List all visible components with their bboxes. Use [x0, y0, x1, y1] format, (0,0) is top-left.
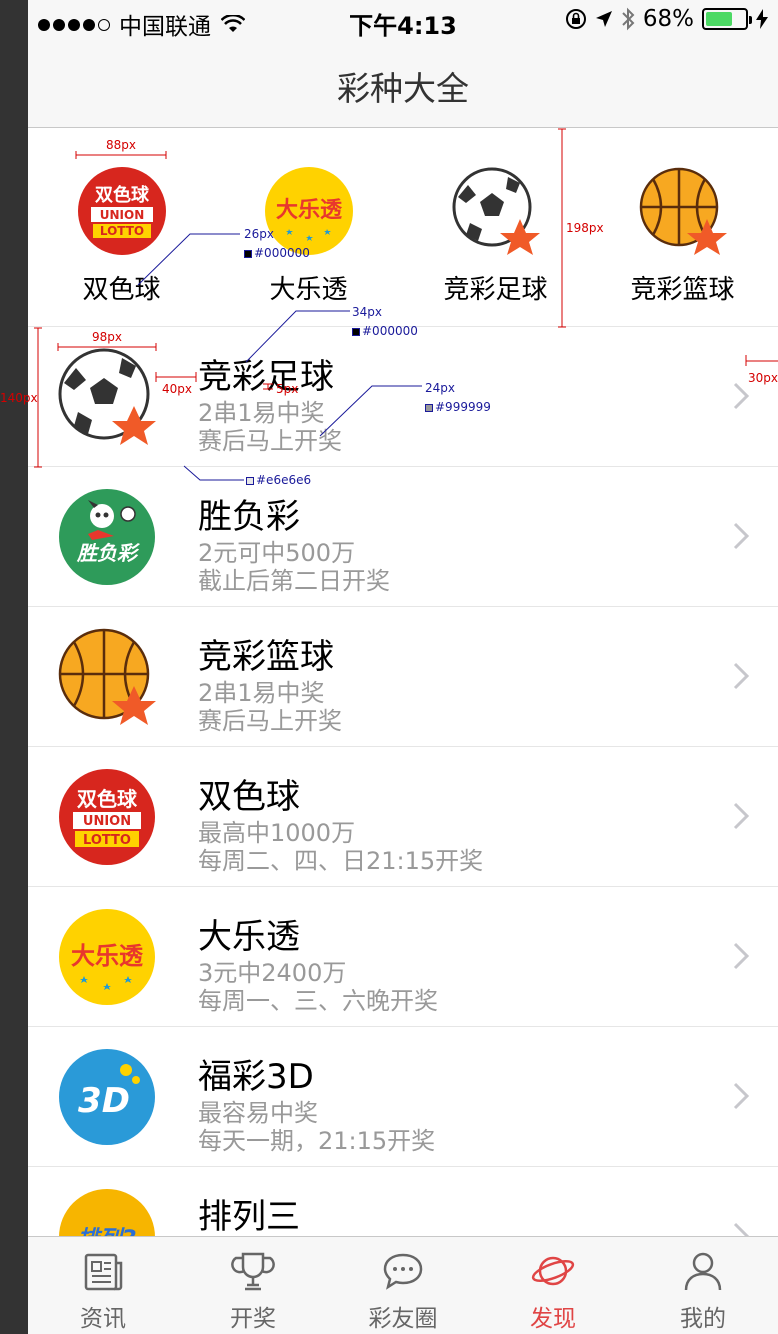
tab-discover[interactable]: 发现 [478, 1237, 628, 1334]
spec-font-size: 26px [244, 227, 274, 241]
charging-bolt-icon [756, 9, 768, 29]
tab-profile[interactable]: 我的 [628, 1237, 778, 1334]
lottery-name: 竞彩篮球 [198, 637, 334, 677]
chevron-right-icon [733, 522, 750, 550]
lottery-draw-time: 赛后马上开奖 [198, 427, 342, 455]
svg-text:LOTTO: LOTTO [83, 833, 131, 848]
grid-item-soccer[interactable]: 竞彩足球 [402, 129, 589, 327]
spec-color-swatch: #e6e6e6 [246, 474, 311, 486]
grid-item-label: 竞彩篮球 [630, 275, 735, 305]
svg-text:双色球: 双色球 [95, 184, 150, 206]
basketball-icon [58, 628, 156, 725]
lottery-list: 竞彩足球 2串1易中奖 赛后马上开奖 胜负彩 胜负彩 2元可中500万 截止后第… [28, 327, 778, 1307]
tab-label: 我的 [680, 1306, 726, 1332]
tab-label: 资讯 [80, 1306, 126, 1332]
list-item[interactable]: 大乐透 大乐透 3元中2400万 每周一、三、六晚开奖 [28, 887, 778, 1027]
lottery-name: 胜负彩 [198, 497, 300, 537]
planet-icon [531, 1256, 575, 1286]
status-bar: 中国联通 下午4:13 68% [28, 0, 778, 40]
fucai-3d-icon: 3D [59, 1049, 155, 1145]
list-item[interactable]: 3D 福彩3D 最容易中奖 每天一期，21:15开奖 [28, 1027, 778, 1167]
basketball-icon [639, 167, 727, 255]
chat-bubble-icon [383, 1253, 423, 1290]
page-title: 彩种大全 [337, 69, 469, 108]
lottery-draw-time: 每周二、四、日21:15开奖 [198, 847, 484, 875]
svg-text:大乐透: 大乐透 [71, 942, 144, 970]
tab-bar: 资讯 开奖 彩友圈 发现 我的 [28, 1236, 778, 1334]
grid-item-basketball[interactable]: 竞彩篮球 [589, 129, 776, 327]
trophy-icon [231, 1252, 275, 1291]
person-icon [684, 1252, 722, 1291]
spec-row-height: 140px [0, 391, 38, 405]
svg-text:大乐透: 大乐透 [275, 198, 342, 223]
svg-text:LOTTO: LOTTO [99, 224, 143, 238]
phone-screen: 中国联通 下午4:13 68% 彩种大全 双色球 UNION LOTTO 双色球… [28, 0, 778, 1334]
union-lotto-icon: 双色球 UNION LOTTO [59, 769, 155, 865]
battery-icon [702, 8, 752, 30]
spec-icon-width: 98px [92, 330, 122, 344]
svg-text:UNION: UNION [99, 208, 144, 222]
spec-color-swatch: #999999 [425, 401, 491, 413]
lottery-draw-time: 赛后马上开奖 [198, 707, 342, 735]
lottery-name: 排列三 [198, 1197, 300, 1237]
lottery-name: 竞彩足球 [198, 357, 334, 397]
newspaper-icon [84, 1253, 123, 1291]
spec-icon-width: 88px [106, 138, 136, 152]
spec-line-gap: 5px [276, 382, 299, 396]
soccer-ball-icon [452, 167, 540, 255]
list-item[interactable]: 竞彩篮球 2串1易中奖 赛后马上开奖 [28, 607, 778, 747]
spec-color: #e6e6e6 [256, 473, 312, 487]
lottery-name: 双色球 [198, 777, 300, 817]
tab-label: 开奖 [230, 1306, 276, 1332]
tab-draw-results[interactable]: 开奖 [178, 1237, 328, 1334]
spec-color-swatch: #000000 [352, 325, 418, 337]
spec-color: #000000 [254, 246, 310, 260]
navigation-bar: 彩种大全 [28, 40, 778, 128]
tab-community[interactable]: 彩友圈 [328, 1237, 478, 1334]
spec-right-margin: 30px [748, 371, 778, 385]
chevron-right-icon [733, 802, 750, 830]
svg-text:UNION: UNION [83, 814, 131, 829]
featured-lottery-grid: 双色球 UNION LOTTO 双色球 大乐透 大乐透 竞彩足球 竞彩篮球 [28, 129, 778, 327]
bluetooth-icon [622, 7, 635, 31]
soccer-ball-icon [58, 348, 156, 445]
list-item[interactable]: 双色球 UNION LOTTO 双色球 最高中1000万 每周二、四、日21:1… [28, 747, 778, 887]
tab-label: 彩友圈 [368, 1306, 438, 1332]
list-item[interactable]: 竞彩足球 2串1易中奖 赛后马上开奖 [28, 327, 778, 467]
lottery-draw-time: 每周一、三、六晚开奖 [198, 987, 438, 1015]
tab-news[interactable]: 资讯 [28, 1237, 178, 1334]
spec-color: #000000 [362, 324, 418, 338]
spec-font-size: 24px [425, 381, 455, 395]
list-item[interactable]: 胜负彩 胜负彩 2元可中500万 截止后第二日开奖 [28, 467, 778, 607]
spec-gap: 40px [162, 382, 192, 396]
grid-item-label: 双色球 [82, 275, 161, 305]
spec-color-swatch: #000000 [244, 247, 310, 259]
shengfucai-icon: 胜负彩 [59, 489, 155, 585]
lottery-name: 福彩3D [198, 1057, 314, 1097]
spec-row-height: 198px [566, 221, 604, 235]
lottery-draw-time: 每天一期，21:15开奖 [198, 1127, 436, 1155]
spec-color: #999999 [435, 400, 491, 414]
union-lotto-icon: 双色球 UNION LOTTO [77, 167, 166, 255]
grid-item-label: 大乐透 [269, 275, 348, 305]
battery-percent: 68% [642, 6, 694, 32]
tab-label: 发现 [530, 1306, 576, 1332]
orientation-lock-icon [565, 9, 586, 29]
chevron-right-icon [733, 662, 750, 690]
svg-text:胜负彩: 胜负彩 [76, 541, 141, 565]
daletou-icon: 大乐透 [59, 909, 155, 1005]
svg-text:3D: 3D [78, 1081, 130, 1121]
chevron-right-icon [733, 382, 750, 410]
grid-item-union-lotto[interactable]: 双色球 UNION LOTTO 双色球 [28, 129, 215, 327]
lottery-name: 大乐透 [198, 917, 300, 957]
location-arrow-icon [595, 11, 612, 27]
grid-item-label: 竞彩足球 [443, 275, 548, 305]
lottery-draw-time: 截止后第二日开奖 [198, 567, 390, 595]
svg-text:双色球: 双色球 [77, 787, 138, 811]
chevron-right-icon [733, 1082, 750, 1110]
spec-font-size: 34px [352, 305, 382, 319]
daletou-icon: 大乐透 [264, 167, 353, 255]
chevron-right-icon [733, 942, 750, 970]
